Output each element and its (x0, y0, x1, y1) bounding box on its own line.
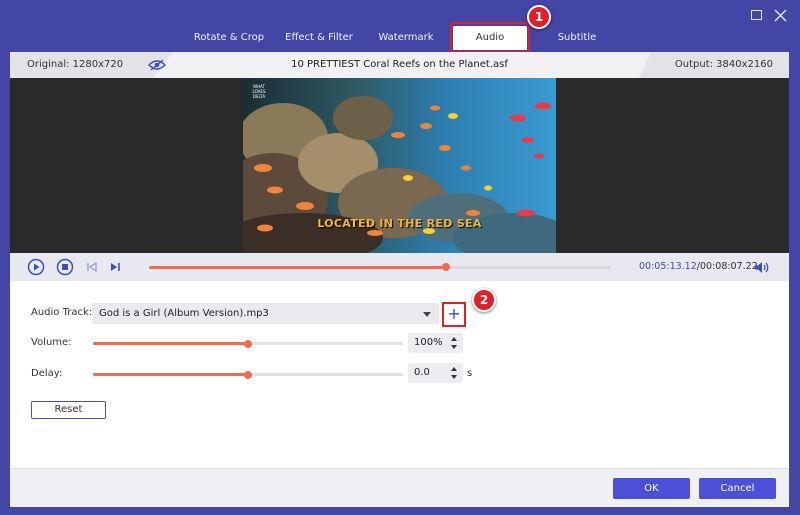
video-frame: WHAT LOVES DELTA LOCATED IN THE RED SEA (243, 78, 556, 253)
callout-badge-2: 2 (472, 288, 496, 312)
tab-watermark[interactable]: Watermark (370, 26, 442, 50)
delay-label: Delay: (31, 368, 63, 379)
skip-back-icon[interactable] (83, 258, 101, 276)
tab-audio[interactable]: Audio (453, 26, 527, 50)
volume-slider-handle[interactable] (244, 339, 252, 348)
play-icon[interactable] (27, 258, 45, 276)
audio-track-label: Audio Track: (31, 307, 93, 318)
progress-bar[interactable] (149, 263, 611, 271)
callout-badge-1: 1 (527, 5, 551, 29)
volume-slider-fill (93, 342, 248, 345)
video-preview: WHAT LOVES DELTA LOCATED IN THE RED SEA (10, 78, 789, 253)
audio-track-value: God is a Girl (Album Version).mp3 (99, 308, 269, 319)
progress-handle[interactable] (441, 263, 450, 271)
delay-up-icon[interactable] (451, 367, 457, 371)
delay-stepper[interactable]: 0.0 (408, 363, 463, 383)
add-audio-track-button[interactable]: + (442, 302, 466, 327)
total-time: /00:08:07.22 (696, 261, 758, 272)
volume-icon[interactable] (754, 261, 770, 274)
progress-fill (149, 266, 446, 269)
current-time: 00:05:13.12 (639, 261, 697, 272)
delay-slider-handle[interactable] (244, 370, 252, 379)
tab-rotate-crop[interactable]: Rotate & Crop (187, 26, 271, 50)
close-icon[interactable] (773, 8, 787, 22)
delay-value: 0.0 (414, 367, 430, 378)
volume-up-icon[interactable] (451, 337, 457, 341)
editor-panel: Original: 1280x720 10 PRETTIEST Coral Re… (10, 52, 789, 507)
delay-down-icon[interactable] (451, 375, 457, 379)
skip-forward-icon[interactable] (106, 258, 124, 276)
video-caption: LOCATED IN THE RED SEA (317, 217, 482, 230)
dialog-footer: OK Cancel (10, 468, 789, 507)
ok-button[interactable]: OK (613, 478, 690, 499)
reset-button[interactable]: Reset (31, 401, 106, 419)
maximize-icon[interactable] (749, 8, 763, 22)
delay-slider-fill (93, 373, 248, 376)
tab-bar: Rotate & Crop Effect & Filter Watermark … (0, 24, 800, 52)
stop-icon[interactable] (56, 258, 74, 276)
cancel-button[interactable]: Cancel (699, 478, 776, 499)
audio-track-select[interactable]: God is a Girl (Album Version).mp3 (92, 303, 439, 324)
channel-logo: WHAT LOVES DELTA (252, 84, 266, 99)
volume-value: 100% (414, 337, 443, 348)
time-display: 00:05:13.12/00:08:07.22 (639, 253, 758, 281)
chevron-down-icon (423, 312, 431, 317)
tab-effect-filter[interactable]: Effect & Filter (279, 26, 359, 50)
file-name: 10 PRETTIEST Coral Reefs on the Planet.a… (291, 59, 508, 70)
playback-controls: 00:05:13.12/00:08:07.22 (10, 253, 789, 281)
output-resolution: Output: 3840x2160 (674, 59, 773, 70)
volume-down-icon[interactable] (451, 345, 457, 349)
delay-slider[interactable] (93, 370, 403, 379)
tab-subtitle[interactable]: Subtitle (548, 26, 606, 50)
volume-label: Volume: (31, 337, 72, 348)
volume-stepper[interactable]: 100% (408, 333, 463, 353)
info-bar: Original: 1280x720 10 PRETTIEST Coral Re… (10, 52, 789, 78)
delay-unit: s (467, 368, 473, 379)
volume-slider[interactable] (93, 339, 403, 348)
